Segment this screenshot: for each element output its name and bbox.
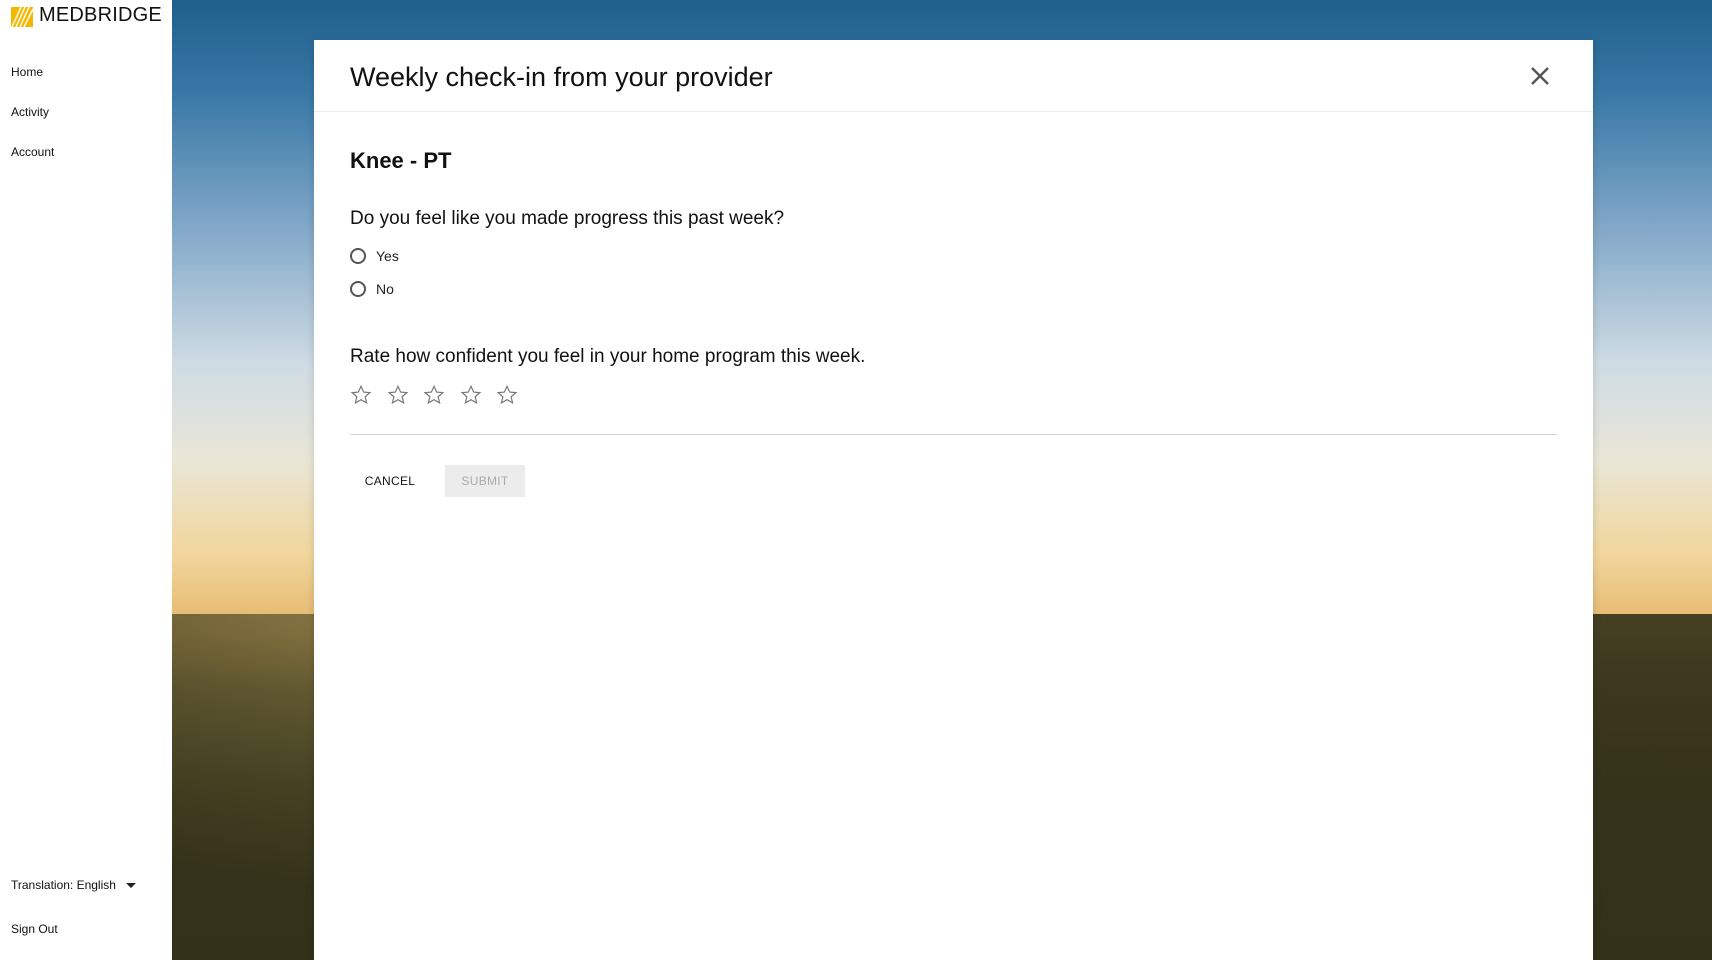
star-outline-icon[interactable]	[423, 384, 445, 406]
sidebar-nav: Home Activity Account	[11, 64, 54, 184]
brand-name: MEDBRIDGE	[39, 4, 162, 26]
radio-button[interactable]	[350, 248, 366, 264]
check-in-modal: Weekly check-in from your provider Knee …	[314, 40, 1593, 960]
translation-dropdown[interactable]: Translation: English	[11, 878, 136, 892]
caret-down-icon	[125, 882, 136, 888]
radio-label-yes: Yes	[376, 248, 399, 264]
sidebar-item-account[interactable]: Account	[11, 144, 54, 184]
close-button[interactable]	[1527, 63, 1553, 89]
section-title: Knee - PT	[350, 148, 452, 173]
medbridge-logo-icon	[11, 6, 33, 27]
star-outline-icon[interactable]	[387, 384, 409, 406]
radio-option-no[interactable]: No	[350, 281, 394, 297]
star-outline-icon[interactable]	[496, 384, 518, 406]
radio-label-no: No	[376, 281, 394, 297]
divider	[350, 434, 1557, 435]
brand-logo[interactable]: MEDBRIDGE	[11, 4, 162, 27]
star-rating[interactable]	[350, 384, 533, 406]
star-outline-icon[interactable]	[460, 384, 482, 406]
submit-button[interactable]: SUBMIT	[445, 465, 525, 497]
confidence-question: Rate how confident you feel in your home…	[350, 346, 866, 367]
sidebar: MEDBRIDGE Home Activity Account Translat…	[0, 0, 172, 960]
translation-label: Translation: English	[11, 878, 116, 892]
modal-header: Weekly check-in from your provider	[314, 40, 1593, 112]
star-outline-icon[interactable]	[350, 384, 372, 406]
close-icon	[1531, 67, 1549, 85]
modal-title: Weekly check-in from your provider	[350, 62, 773, 92]
sidebar-item-activity[interactable]: Activity	[11, 104, 54, 144]
cancel-button[interactable]: CANCEL	[350, 465, 430, 497]
radio-option-yes[interactable]: Yes	[350, 248, 399, 264]
sidebar-item-home[interactable]: Home	[11, 64, 54, 104]
radio-button[interactable]	[350, 281, 366, 297]
progress-question: Do you feel like you made progress this …	[350, 208, 785, 229]
sign-out-link[interactable]: Sign Out	[11, 922, 58, 936]
